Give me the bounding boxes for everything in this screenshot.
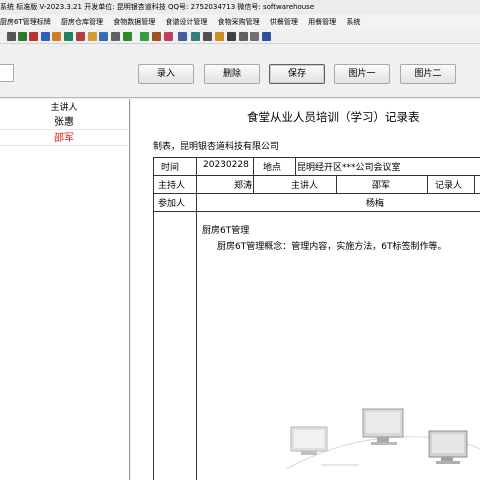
picture-one-button[interactable]: 图片一	[334, 64, 390, 84]
grid-icon[interactable]	[203, 32, 212, 41]
form-icon[interactable]	[178, 32, 187, 41]
table-border	[153, 211, 480, 212]
host-value[interactable]: 郑涛	[234, 178, 252, 191]
host-label: 主持人	[158, 181, 186, 191]
sync-icon[interactable]	[41, 32, 50, 41]
document-maker: 制表，昆明银杏道科技有限公司	[153, 142, 280, 152]
table-border	[427, 175, 428, 193]
attendee-label: 参加人	[158, 199, 186, 209]
cut-icon[interactable]	[7, 32, 16, 41]
speaker-label: 主讲人	[291, 181, 319, 191]
menu-item-6t[interactable]: 厨房6T管理标牌	[0, 15, 51, 29]
paste-icon[interactable]	[250, 32, 259, 41]
link-icon[interactable]	[18, 32, 27, 41]
window-title: 系统 标准版 V-2023.3.21 开发单位: 昆明银杏道科技 QQ号: 27…	[0, 3, 315, 11]
attendee-value[interactable]: 杨梅	[366, 196, 384, 209]
list-icon[interactable]	[64, 32, 73, 41]
list-item[interactable]: 邵军	[0, 132, 128, 146]
list-header: 主讲人	[50, 103, 78, 113]
time-label: 时间	[161, 163, 180, 173]
table-border	[153, 193, 480, 194]
add-button[interactable]: 录入	[138, 64, 194, 84]
menu-item-system[interactable]: 系统	[346, 15, 360, 29]
speaker-value[interactable]: 邵军	[372, 178, 390, 191]
save-button[interactable]: 保存	[269, 64, 325, 84]
menu-bar: 厨房6T管理标牌 厨房仓库管理 食物数据管理 食谱设计管理 食物采购管理 供餐管…	[0, 15, 480, 29]
table-border	[153, 157, 154, 480]
chart-icon[interactable]	[76, 32, 85, 41]
place-label: 地点	[263, 163, 282, 173]
training-photo	[281, 399, 480, 480]
table-border	[336, 175, 337, 193]
content-body[interactable]: 厨房6T管理概念：管理内容，实施方法，6T标签制作等。	[217, 239, 446, 252]
food-icon[interactable]	[164, 32, 173, 41]
picture-two-button[interactable]: 图片二	[400, 64, 456, 84]
table-border	[295, 157, 296, 175]
menu-item-supply[interactable]: 供餐管理	[270, 15, 298, 29]
table-icon[interactable]	[191, 32, 200, 41]
menu-item-purchase[interactable]: 食物采购管理	[218, 15, 260, 29]
menu-item-warehouse[interactable]: 厨房仓库管理	[61, 15, 103, 29]
document-title: 食堂从业人员培训（学习）记录表	[247, 110, 420, 124]
calendar-icon[interactable]	[123, 32, 132, 41]
place-value[interactable]: 昆明经开区***公司会议室	[297, 160, 401, 173]
tools-icon[interactable]	[29, 32, 38, 41]
folder-icon[interactable]	[88, 32, 97, 41]
content-title[interactable]: 厨房6T管理	[202, 223, 249, 236]
trash-icon[interactable]	[239, 32, 248, 41]
menu-item-food-data[interactable]: 食物数据管理	[113, 15, 155, 29]
time-value[interactable]: 20230228	[203, 160, 249, 170]
tree-icon[interactable]	[140, 32, 149, 41]
menu-item-dining[interactable]: 用餐管理	[308, 15, 336, 29]
print-icon[interactable]	[111, 32, 120, 41]
table-border	[474, 175, 475, 193]
camera-icon[interactable]	[227, 32, 236, 41]
exit-icon[interactable]	[262, 32, 271, 41]
toolbar	[0, 30, 480, 44]
table-border	[153, 157, 480, 158]
search-input[interactable]	[0, 64, 14, 82]
menu-item-recipe[interactable]: 食谱设计管理	[165, 15, 207, 29]
record-list: 主讲人 张惠 邵军	[0, 99, 130, 480]
star-icon[interactable]	[215, 32, 224, 41]
list-item[interactable]: 张惠	[0, 116, 128, 130]
record-document: 食堂从业人员培训（学习）记录表 制表，昆明银杏道科技有限公司 时间 202302…	[131, 99, 480, 480]
delete-button[interactable]: 删除	[204, 64, 260, 84]
edit-icon[interactable]	[52, 32, 61, 41]
table-border	[153, 175, 480, 176]
window-title-bar: 系统 标准版 V-2023.3.21 开发单位: 昆明银杏道科技 QQ号: 27…	[0, 0, 480, 14]
table-border	[253, 157, 254, 193]
users-icon[interactable]	[99, 32, 108, 41]
recorder-label: 记录人	[435, 181, 463, 191]
table-border	[196, 157, 197, 480]
action-bar: 录入 删除 保存 图片一 图片二	[0, 48, 480, 98]
cart-icon[interactable]	[152, 32, 161, 41]
